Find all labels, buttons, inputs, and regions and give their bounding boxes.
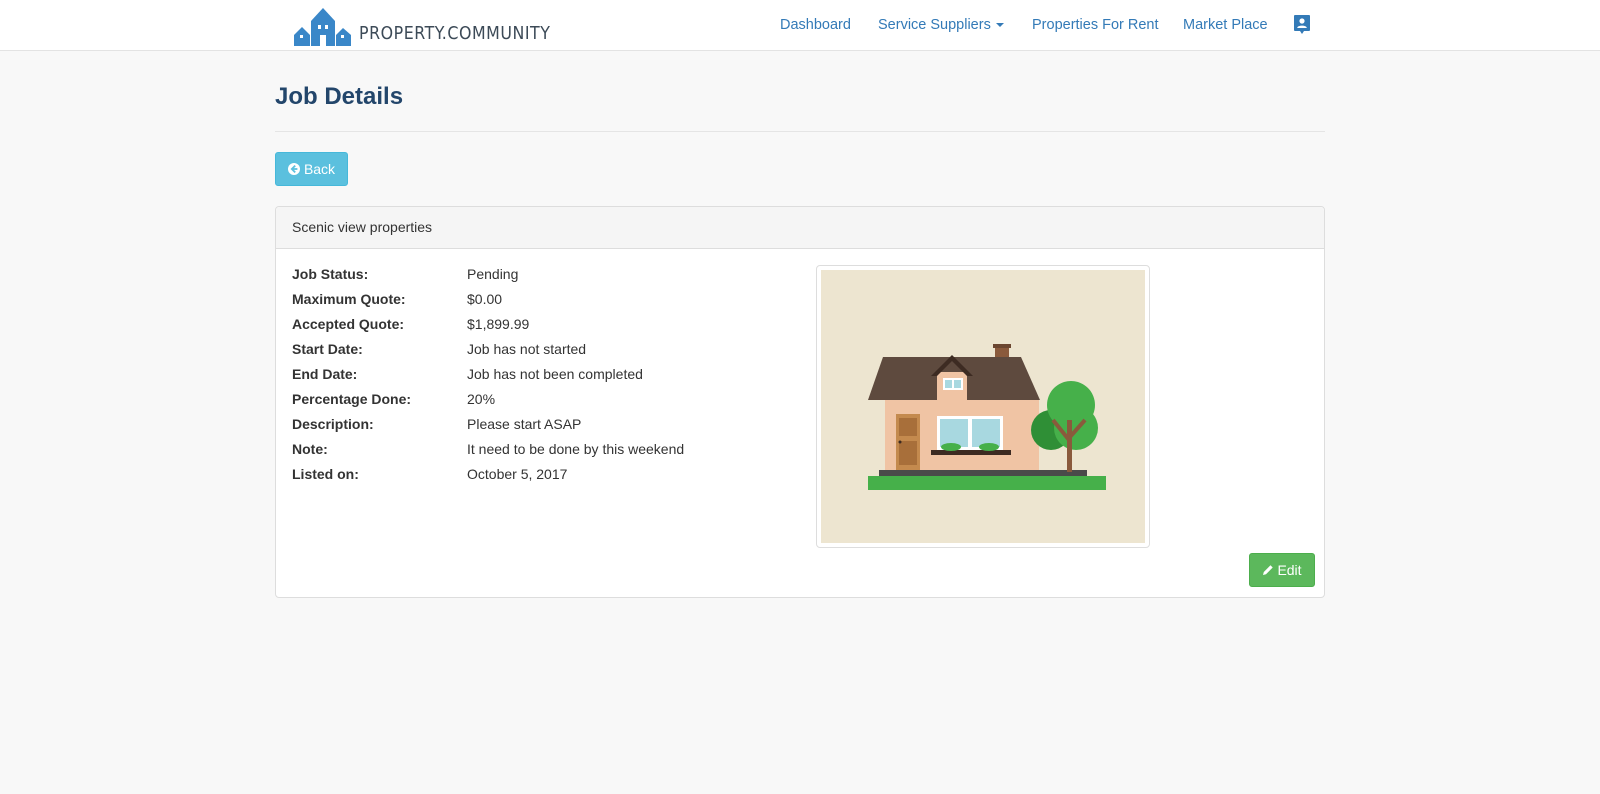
nav-service-suppliers-label: Service Suppliers [878,17,991,33]
detail-label: Start Date: [292,341,363,357]
detail-row-maximum-quote: Maximum Quote: $0.00 [292,292,684,317]
house-logo-icon [294,8,351,46]
detail-row-start-date: Start Date: Job has not started [292,342,684,367]
detail-row-description: Description: Please start ASAP [292,417,684,442]
detail-label: Listed on: [292,466,359,482]
panel-heading: Scenic view properties [276,207,1324,249]
detail-value: $0.00 [467,291,503,307]
brand-name: PROPERTY.COMMUNITY [359,23,551,44]
detail-label: Job Status: [292,266,369,282]
detail-label: Description: [292,416,374,432]
nav-service-suppliers-wrap: Service Suppliers [878,0,1004,50]
detail-value: October 5, 2017 [467,466,568,482]
detail-row-percentage-done: Percentage Done: 20% [292,392,684,417]
nav-service-suppliers[interactable]: Service Suppliers [878,17,1004,33]
edit-button-label: Edit [1277,562,1302,578]
detail-row-job-status: Job Status: Pending [292,267,684,292]
edit-button[interactable]: Edit [1249,553,1315,587]
job-panel: Scenic view properties Job Status: Pendi… [275,206,1325,598]
property-name: Scenic view properties [292,219,433,235]
detail-row-note: Note: It need to be done by this weekend [292,442,684,467]
property-image [816,265,1150,548]
user-profile-icon[interactable] [1294,15,1310,34]
title-divider [275,131,1325,132]
nav-properties-wrap: Properties For Rent [1032,0,1159,50]
detail-label: Percentage Done: [292,391,412,407]
detail-value: Please start ASAP [467,416,582,432]
detail-value: It need to be done by this weekend [467,441,685,457]
nav-market-wrap: Market Place [1183,0,1268,50]
detail-value: Pending [467,266,519,282]
arrow-left-icon [287,163,300,175]
back-button[interactable]: Back [275,152,348,186]
job-details-list: Job Status: Pending Maximum Quote: $0.00… [292,267,684,492]
nav-properties-for-rent[interactable]: Properties For Rent [1032,17,1159,33]
detail-value: $1,899.99 [467,316,530,332]
detail-label: Note: [292,441,328,457]
detail-row-listed-on: Listed on: October 5, 2017 [292,467,684,492]
back-button-label: Back [303,161,336,177]
detail-row-end-date: End Date: Job has not been completed [292,367,684,392]
top-navbar: PROPERTY.COMMUNITY Dashboard Service Sup… [0,0,1600,51]
nav-dashboard[interactable]: Dashboard [780,17,851,33]
detail-label: Maximum Quote: [292,291,406,307]
detail-value: 20% [467,391,496,407]
detail-value: Job has not started [467,341,587,357]
detail-row-accepted-quote: Accepted Quote: $1,899.99 [292,317,684,342]
pencil-icon [1263,565,1274,575]
house-illustration [821,270,1145,543]
page-title: Job Details [275,83,404,110]
nav-market-place[interactable]: Market Place [1183,17,1268,33]
nav-dashboard-wrap: Dashboard [780,0,851,50]
detail-label: End Date: [292,366,358,382]
detail-label: Accepted Quote: [292,316,405,332]
caret-down-icon [995,23,1004,28]
brand-logo[interactable]: PROPERTY.COMMUNITY [294,4,577,46]
detail-value: Job has not been completed [467,366,643,382]
